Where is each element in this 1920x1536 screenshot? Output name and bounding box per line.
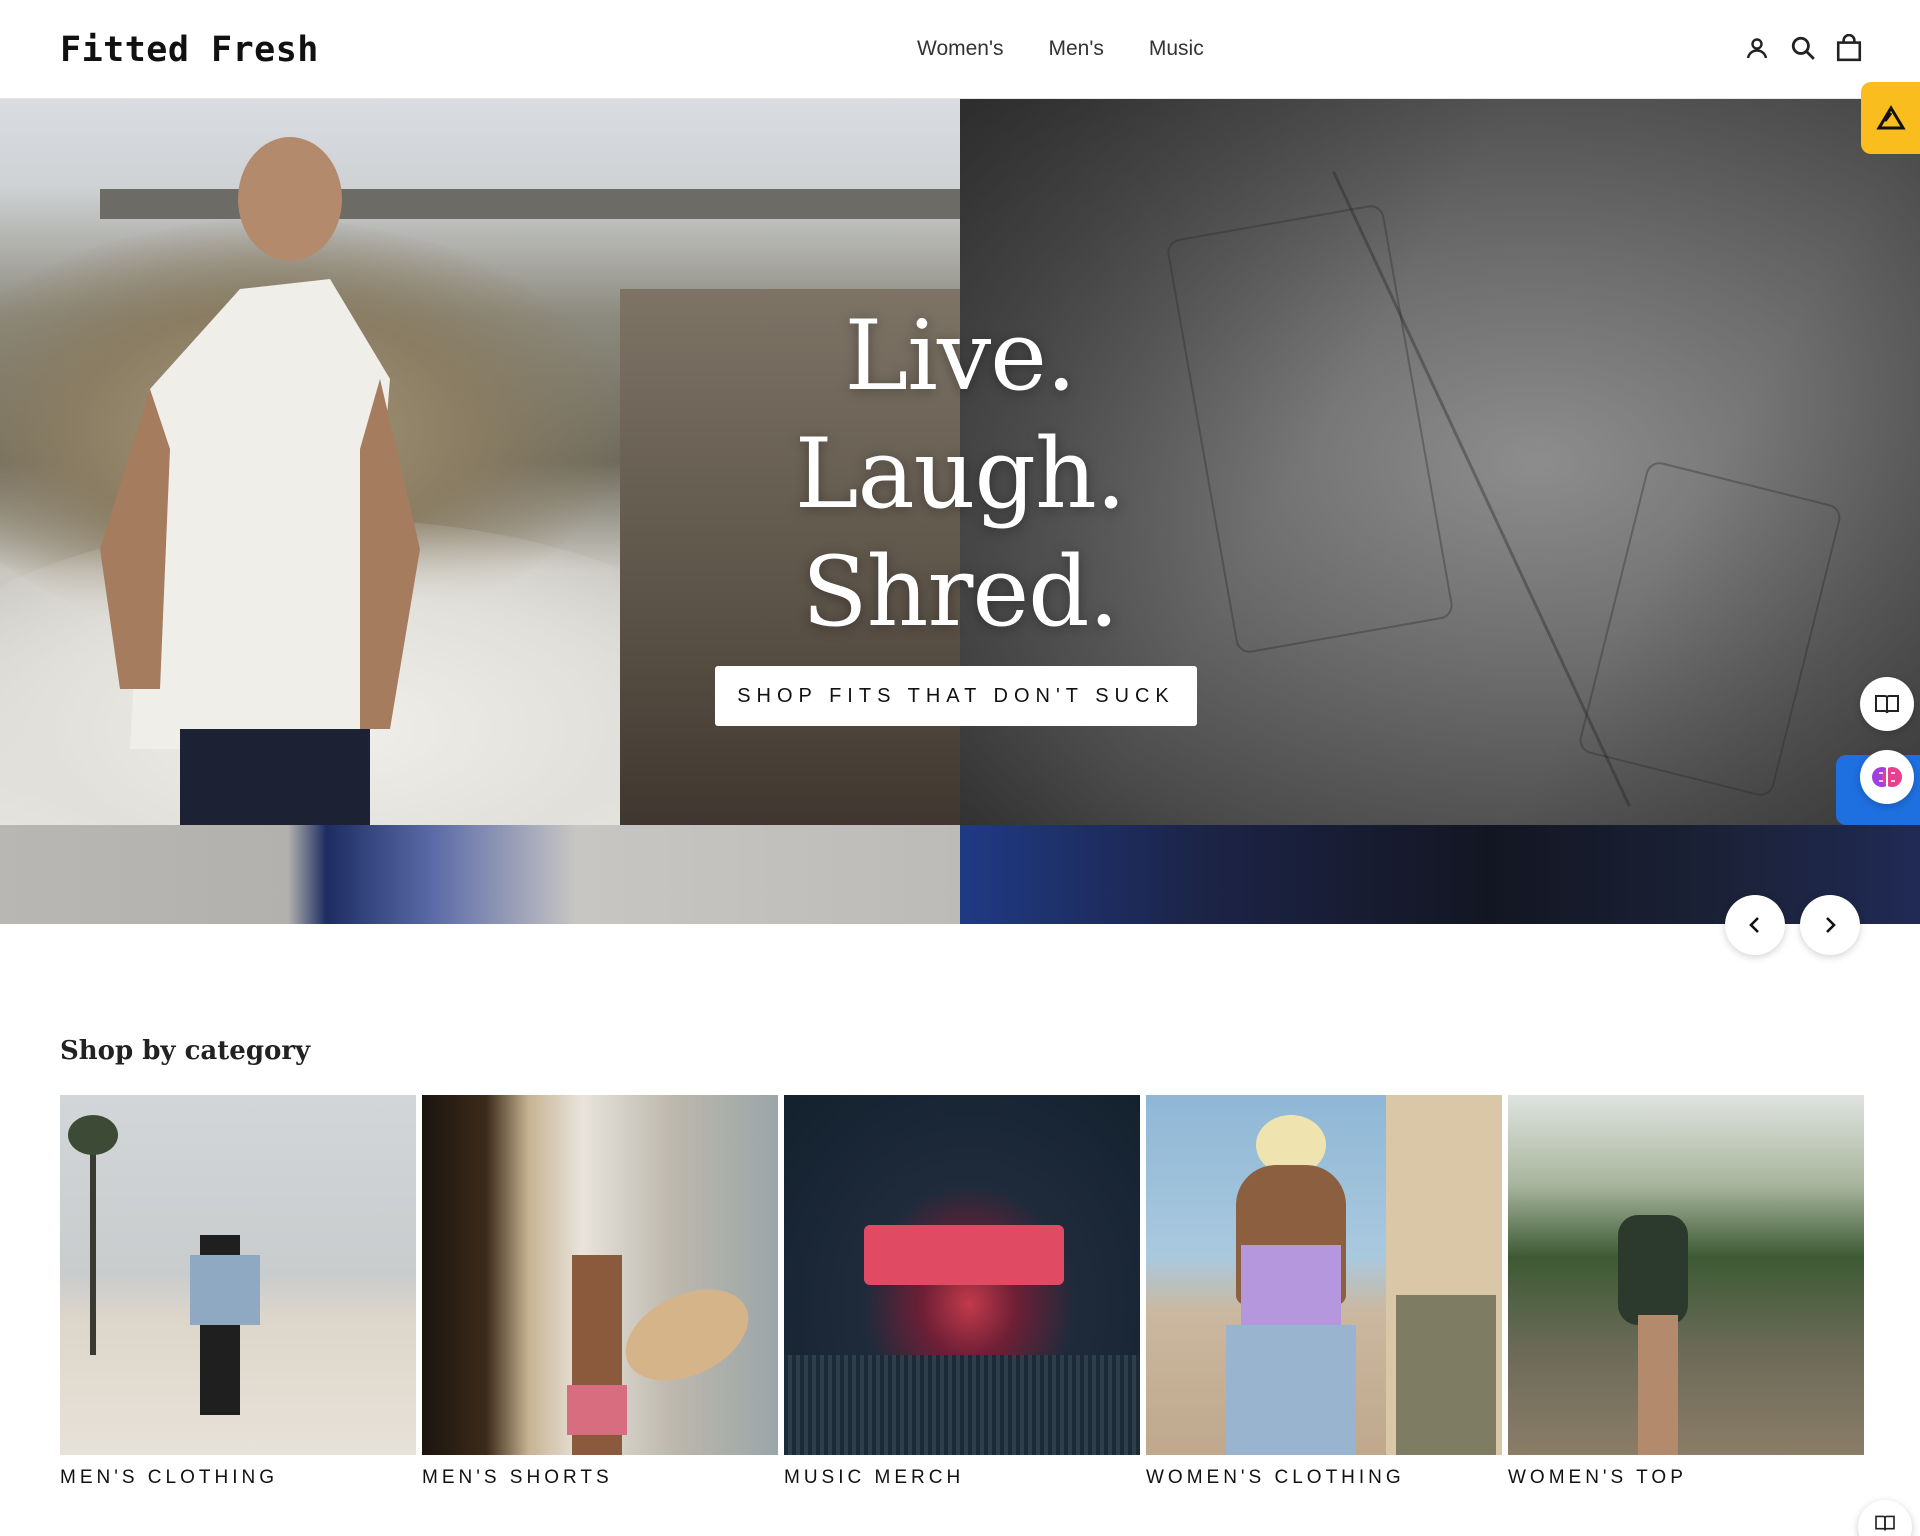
carousel-next-button[interactable] bbox=[1800, 895, 1860, 955]
reader-widget[interactable] bbox=[1860, 677, 1914, 731]
header-icons bbox=[1744, 34, 1862, 62]
category-image[interactable] bbox=[1508, 1095, 1864, 1455]
triangle-logo-icon bbox=[1875, 105, 1906, 130]
book-icon bbox=[1875, 695, 1899, 714]
site-header: Fitted Fresh Women's Men's Music bbox=[0, 0, 1920, 99]
nav-link-mens[interactable]: Men's bbox=[1048, 37, 1103, 61]
hero-line-2: Laugh. bbox=[794, 418, 1127, 530]
category-card-womens-top[interactable]: WOMEN'S TOP bbox=[1508, 1095, 1864, 1489]
brand-logo[interactable]: Fitted Fresh bbox=[60, 30, 319, 70]
category-image[interactable] bbox=[60, 1095, 416, 1455]
category-image[interactable] bbox=[784, 1095, 1140, 1455]
category-card-mens-shorts[interactable]: MEN'S SHORTS bbox=[422, 1095, 778, 1489]
account-icon[interactable] bbox=[1744, 34, 1770, 62]
category-card-mens-clothing[interactable]: MEN'S CLOTHING bbox=[60, 1095, 416, 1489]
category-image[interactable] bbox=[422, 1095, 778, 1455]
category-label[interactable]: MEN'S SHORTS bbox=[422, 1467, 778, 1489]
hero-banner: Live. Laugh. Shred. SHOP FITS THAT DON'T… bbox=[0, 99, 1920, 924]
brain-icon bbox=[1872, 767, 1902, 787]
category-card-womens-clothing[interactable]: WOMEN'S CLOTHING bbox=[1146, 1095, 1502, 1489]
hero-headline: Live. Laugh. Shred. bbox=[0, 297, 1920, 651]
category-label[interactable]: MUSIC MERCH bbox=[784, 1467, 1140, 1489]
chevron-right-icon bbox=[1826, 917, 1836, 933]
category-label[interactable]: WOMEN'S CLOTHING bbox=[1146, 1467, 1502, 1489]
section-title-shop-by-category: Shop by category bbox=[60, 1036, 311, 1066]
nav-link-womens[interactable]: Women's bbox=[917, 37, 1003, 61]
category-label[interactable]: MEN'S CLOTHING bbox=[60, 1467, 416, 1489]
category-grid: MEN'S CLOTHING MEN'S SHORTS MUSIC MERCH … bbox=[60, 1095, 1864, 1489]
chevron-left-icon bbox=[1749, 917, 1759, 933]
book-icon bbox=[1875, 1515, 1895, 1531]
carousel-prev-button[interactable] bbox=[1725, 895, 1785, 955]
main-nav: Women's Men's Music bbox=[917, 37, 1204, 61]
rewards-widget[interactable] bbox=[1861, 82, 1920, 154]
category-card-music-merch[interactable]: MUSIC MERCH bbox=[784, 1095, 1140, 1489]
hero-cta-button[interactable]: SHOP FITS THAT DON'T SUCK bbox=[715, 666, 1197, 726]
hero-next-slide-left bbox=[0, 825, 960, 924]
hero-line-3: Shred. bbox=[801, 536, 1119, 648]
search-icon[interactable] bbox=[1790, 34, 1816, 62]
reader-widget-bottom[interactable] bbox=[1858, 1500, 1912, 1536]
category-image[interactable] bbox=[1146, 1095, 1502, 1455]
cart-icon[interactable] bbox=[1836, 34, 1862, 62]
category-label[interactable]: WOMEN'S TOP bbox=[1508, 1467, 1864, 1489]
hero-line-1: Live. bbox=[844, 300, 1076, 412]
ai-assistant-widget[interactable] bbox=[1860, 750, 1914, 804]
nav-link-music[interactable]: Music bbox=[1149, 37, 1204, 61]
